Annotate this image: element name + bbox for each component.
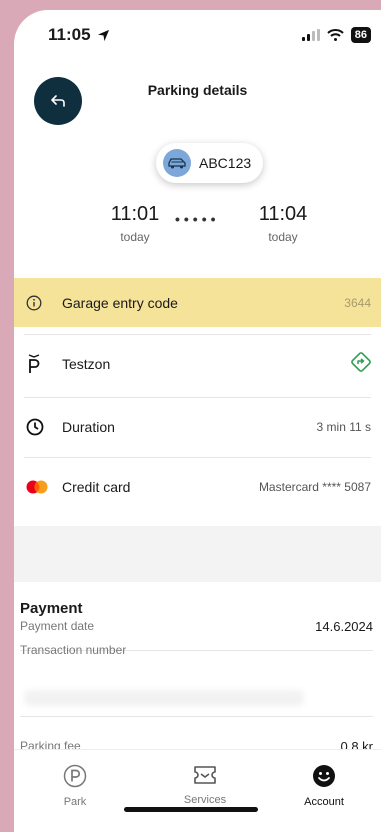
payment-method-label: Credit card [62,479,131,495]
nav-label-services: Services [183,794,227,806]
end-day: today [268,230,298,244]
end-time-block: 11:04 today [238,203,328,244]
car-badge [163,149,191,177]
payment-date-value: 14.6.2024 [315,618,373,634]
garage-entry-code-row: Garage entry code 3644 [14,278,381,327]
page-title: Parking details [147,82,248,98]
parking-p-icon [26,354,48,374]
end-time: 11:04 [258,203,308,225]
smiley-icon [313,765,335,787]
divider [20,716,373,717]
clock-icon [26,418,48,436]
payment-date-row: Payment date 14.6.2024 [20,614,373,638]
parking-times: 11:01 today ••••• 11:04 today [14,203,381,263]
info-icon [26,295,48,311]
transaction-number-label: Transaction number [20,643,127,657]
mastercard-icon [26,480,48,494]
bottom-navigation: Park Services Account [14,749,381,832]
start-day: today [120,230,150,244]
payment-method-row[interactable]: Credit card Mastercard **** 5087 [14,458,381,516]
car-icon [168,158,186,169]
nav-item-park[interactable]: Park [30,764,120,808]
nav-item-services[interactable]: Services [160,764,250,806]
phone-screen: 11:05 86 Parking details ABC123 11:01 to… [14,10,381,832]
section-separator [14,526,381,582]
status-time-group: 11:05 [48,25,110,45]
battery-indicator: 86 [350,27,371,43]
wifi-icon [327,29,344,41]
time-separator: ••••• [175,211,220,227]
transaction-number-row: Transaction number [20,640,373,660]
vehicle-plate-chip[interactable]: ABC123 [156,143,264,183]
transaction-number-value-redacted [24,690,304,706]
start-time: 11:01 [110,203,160,225]
nav-label-park: Park [63,796,87,808]
payment-date-label: Payment date [20,619,95,633]
status-time: 11:05 [48,25,91,44]
zone-row[interactable]: Testzon [14,335,381,393]
duration-row: Duration 3 min 11 s [14,398,381,456]
vehicle-plate: ABC123 [199,155,252,171]
entry-code-label: Garage entry code [62,294,178,311]
duration-value: 3 min 11 s [316,420,371,434]
zone-label: Testzon [62,356,111,372]
signal-icon [301,29,320,41]
status-bar: 11:05 86 [14,10,381,60]
nav-item-account[interactable]: Account [279,764,369,808]
navigate-icon[interactable] [351,351,371,377]
payment-method-value: Mastercard **** 5087 [258,480,371,494]
parking-icon [63,764,87,788]
location-arrow-icon [97,29,109,41]
duration-label: Duration [62,419,115,435]
entry-code-value: 3644 [344,295,371,310]
status-indicators: 86 [301,27,371,43]
ticket-icon [194,766,216,784]
home-indicator [124,807,258,812]
nav-label-account: Account [304,796,344,808]
start-time-block: 11:01 today [90,203,180,244]
